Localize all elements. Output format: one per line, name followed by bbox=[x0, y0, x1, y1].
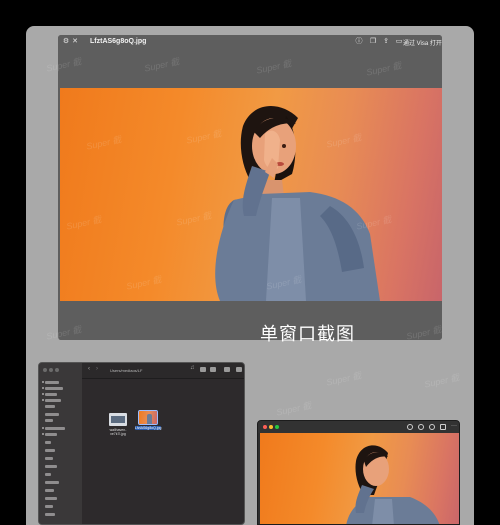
crop-icon[interactable]: ▭ bbox=[395, 38, 403, 46]
sidebar-item[interactable] bbox=[45, 399, 61, 402]
sidebar-item[interactable] bbox=[45, 489, 54, 492]
minimize-dot-icon[interactable] bbox=[49, 368, 53, 372]
preview-bottom-bar bbox=[58, 301, 442, 340]
sidebar-item[interactable] bbox=[45, 457, 53, 460]
sidebar-icon bbox=[42, 387, 44, 389]
close-icon[interactable]: ✕ bbox=[71, 38, 79, 46]
close-dot-icon[interactable] bbox=[263, 425, 267, 429]
view-icon[interactable] bbox=[224, 367, 230, 372]
preview-toolbar: ⚙ ✕ LfztAS6g8oQ.jpg ⓘ ❐ ⇪ ▭ 通过 Visa 打开 bbox=[58, 35, 442, 88]
portrait-figure bbox=[215, 106, 380, 301]
sidebar-item[interactable] bbox=[45, 513, 55, 516]
sidebar-item[interactable] bbox=[45, 427, 65, 430]
zoom-dot-icon[interactable] bbox=[275, 425, 279, 429]
zoom-dot-icon[interactable] bbox=[55, 368, 59, 372]
share-icon[interactable] bbox=[440, 424, 446, 430]
sidebar-item[interactable] bbox=[45, 465, 57, 468]
section-caption: 单窗口截图 bbox=[260, 324, 355, 344]
watermark: Super 截 bbox=[325, 370, 363, 388]
sidebar-item[interactable] bbox=[45, 433, 57, 436]
share-icon[interactable] bbox=[236, 367, 242, 372]
sidebar-icon bbox=[42, 381, 44, 383]
preview-file-title: LfztAS6g8oQ.jpg bbox=[90, 38, 147, 45]
sidebar-icon bbox=[42, 399, 44, 401]
sidebar-item[interactable] bbox=[45, 505, 53, 508]
sidebar-item[interactable] bbox=[45, 387, 63, 390]
finder-toolbar: ‹ › Users/mediaos/LF ♫ bbox=[82, 363, 244, 379]
more-icon[interactable]: ··· bbox=[451, 423, 457, 430]
file-name: wallhaven-xe7k7l.jpg bbox=[109, 428, 127, 436]
copy-icon[interactable]: ❐ bbox=[369, 38, 377, 46]
file-thumbnail bbox=[109, 413, 127, 426]
watermark: Super 截 bbox=[275, 400, 313, 418]
sidebar-item[interactable] bbox=[45, 441, 51, 444]
preview-window: ⚙ ✕ LfztAS6g8oQ.jpg ⓘ ❐ ⇪ ▭ 通过 Visa 打开 bbox=[58, 35, 442, 340]
sidebar-icon bbox=[42, 427, 44, 429]
folder-icon[interactable] bbox=[210, 367, 216, 372]
zoom-in-icon[interactable] bbox=[407, 424, 413, 430]
sidebar-item[interactable] bbox=[45, 497, 57, 500]
zoom-out-icon[interactable] bbox=[418, 424, 424, 430]
sidebar-item[interactable] bbox=[45, 473, 51, 476]
finder-window: ‹ › Users/mediaos/LF ♫ wallhaven-xe7k7l.… bbox=[38, 362, 245, 525]
screenshot-stage: ⚙ ✕ LfztAS6g8oQ.jpg ⓘ ❐ ⇪ ▭ 通过 Visa 打开 S… bbox=[0, 0, 500, 525]
share-icon[interactable]: ⇪ bbox=[382, 38, 390, 46]
forward-icon[interactable]: › bbox=[96, 366, 102, 372]
minimize-dot-icon[interactable] bbox=[269, 425, 273, 429]
file-item-selected[interactable]: LfztAS6g8oQ.jpg bbox=[135, 410, 162, 430]
music-icon[interactable]: ♫ bbox=[190, 365, 196, 371]
finder-path: Users/mediaos/LF bbox=[110, 368, 143, 373]
file-thumbnail bbox=[138, 410, 158, 425]
sidebar-item[interactable] bbox=[45, 419, 53, 422]
gear-icon[interactable]: ⚙ bbox=[62, 38, 70, 46]
folder-icon[interactable] bbox=[200, 367, 206, 372]
result-image bbox=[260, 433, 459, 524]
sidebar-item[interactable] bbox=[45, 449, 55, 452]
file-item[interactable]: wallhaven-xe7k7l.jpg bbox=[105, 413, 131, 436]
sidebar-item[interactable] bbox=[45, 481, 59, 484]
sidebar-item[interactable] bbox=[45, 381, 59, 384]
sidebar-icon bbox=[42, 433, 44, 435]
open-with-button[interactable]: 通过 Visa 打开 bbox=[403, 38, 442, 47]
watermark: Super 截 bbox=[423, 372, 461, 390]
portrait-figure bbox=[346, 445, 440, 524]
sidebar-item[interactable] bbox=[45, 405, 55, 408]
close-dot-icon[interactable] bbox=[43, 368, 47, 372]
sidebar-item[interactable] bbox=[45, 413, 59, 416]
finder-sidebar bbox=[39, 363, 82, 524]
preview-image bbox=[60, 88, 442, 301]
back-icon[interactable]: ‹ bbox=[88, 366, 94, 372]
info-icon[interactable]: ⓘ bbox=[355, 38, 363, 46]
sidebar-icon bbox=[42, 393, 44, 395]
result-toolbar: ··· bbox=[258, 421, 459, 433]
search-icon[interactable] bbox=[429, 424, 435, 430]
sidebar-item[interactable] bbox=[45, 393, 57, 396]
screenshot-result-window: ··· bbox=[257, 420, 460, 525]
file-name: LfztAS6g8oQ.jpg bbox=[135, 426, 162, 430]
